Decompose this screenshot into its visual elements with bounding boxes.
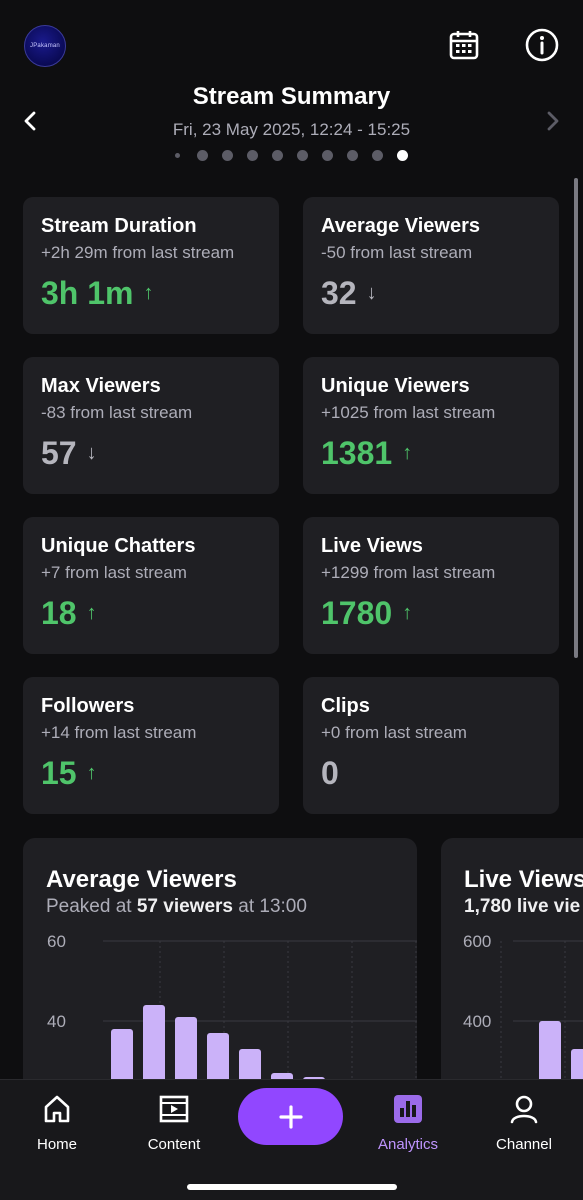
page-dot[interactable] xyxy=(297,150,308,161)
chart-title: Live Views xyxy=(464,866,583,893)
bar-chart-icon xyxy=(358,1092,458,1126)
trend-up-icon: ↑ xyxy=(86,762,97,784)
home-indicator xyxy=(187,1184,397,1190)
stat-label: Live Views xyxy=(321,535,423,557)
trend-down-icon: ↓ xyxy=(86,442,97,464)
chart-subtitle: 1,780 live vie xyxy=(464,896,581,917)
page-indicator xyxy=(0,150,583,161)
stat-label: Max Viewers xyxy=(41,375,161,397)
stat-change: -50 from last stream xyxy=(321,243,473,262)
stat-label: Stream Duration xyxy=(41,215,197,237)
stat-value: 32 xyxy=(321,275,357,311)
stat-card[interactable]: Live Views +1299 from last stream 1780 ↑ xyxy=(303,517,559,654)
chart-title: Average Viewers xyxy=(46,866,237,893)
stat-change: +1025 from last stream xyxy=(321,403,496,422)
trend-up-icon: ↑ xyxy=(143,282,154,304)
stat-card[interactable]: Unique Chatters +7 from last stream 18 ↑ xyxy=(23,517,279,654)
page-dot[interactable] xyxy=(272,150,283,161)
y-tick-label: 400 xyxy=(463,1012,491,1031)
stat-change: +0 from last stream xyxy=(321,723,467,742)
stat-value: 1381 xyxy=(321,435,393,471)
home-icon xyxy=(7,1092,107,1126)
stat-value: 15 xyxy=(41,755,77,791)
scrollbar[interactable] xyxy=(574,178,578,658)
plus-icon xyxy=(278,1104,303,1129)
stat-change: +1299 from last stream xyxy=(321,563,496,582)
top-bar: JPakaman xyxy=(0,0,583,80)
stat-card[interactable]: Unique Viewers +1025 from last stream 1381… xyxy=(303,357,559,494)
y-tick-label: 60 xyxy=(47,932,66,951)
trend-up-icon: ↑ xyxy=(86,602,97,624)
page-dot[interactable] xyxy=(322,150,333,161)
stat-card[interactable]: Followers +14 from last stream 15 ↑ xyxy=(23,677,279,814)
trend-up-icon: ↑ xyxy=(402,602,413,624)
chevron-right-icon xyxy=(547,111,559,131)
create-button[interactable] xyxy=(238,1088,343,1145)
stream-date-range: Fri, 23 May 2025, 12:24 - 15:25 xyxy=(172,120,411,139)
stat-value: 18 xyxy=(41,595,77,631)
stat-change: +7 from last stream xyxy=(41,563,187,582)
stat-change: +2h 29m from last stream xyxy=(41,243,235,262)
page-dot[interactable] xyxy=(347,150,358,161)
stat-change: +14 from last stream xyxy=(41,723,197,742)
stat-label: Unique Viewers xyxy=(321,375,470,397)
trend-up-icon: ↑ xyxy=(402,442,413,464)
stat-value: 57 xyxy=(41,435,77,471)
page-dot[interactable] xyxy=(175,153,180,158)
stat-card[interactable]: Average Viewers -50 from last stream 32 ↓ xyxy=(303,197,559,334)
calendar-icon[interactable] xyxy=(446,27,482,63)
tab-label: Content xyxy=(147,1136,201,1153)
stat-value: 1780 xyxy=(321,595,393,631)
info-icon[interactable] xyxy=(524,27,560,63)
page-title: Stream Summary xyxy=(192,83,391,110)
stat-value: 3h 1m xyxy=(41,275,134,311)
stat-card[interactable]: Clips +0 from last stream 0 xyxy=(303,677,559,814)
person-icon xyxy=(474,1092,574,1126)
average-viewers-chart: 40 60 xyxy=(47,932,417,1100)
page-dot[interactable] xyxy=(197,150,208,161)
bottom-tab-bar: Home Content Analytics Channel xyxy=(0,1079,583,1200)
page-dot[interactable] xyxy=(372,150,383,161)
stat-card[interactable]: Stream Duration +2h 29m from last stream 3… xyxy=(23,197,279,334)
page-dot[interactable] xyxy=(247,150,258,161)
stat-card[interactable]: Max Viewers -83 from last stream 57 ↓ xyxy=(23,357,279,494)
tab-home[interactable]: Home xyxy=(7,1092,107,1153)
tab-analytics[interactable]: Analytics xyxy=(358,1092,458,1153)
average-viewers-chart-card[interactable]: Average Viewers Peaked at 57 viewers at … xyxy=(23,838,417,1100)
tab-label: Home xyxy=(36,1136,77,1153)
page-dot[interactable] xyxy=(397,150,408,161)
stream-summary-header: Stream Summary Fri, 23 May 2025, 12:24 -… xyxy=(0,80,583,170)
stat-change: -83 from last stream xyxy=(41,403,193,422)
trend-down-icon: ↓ xyxy=(366,282,377,304)
tab-channel[interactable]: Channel xyxy=(474,1092,574,1153)
page-dot[interactable] xyxy=(222,150,233,161)
stat-label: Followers xyxy=(41,695,135,717)
tab-content[interactable]: Content xyxy=(124,1092,224,1153)
stat-value: 0 xyxy=(321,755,339,791)
y-tick-label: 600 xyxy=(463,932,491,951)
live-views-chart: 400 600 xyxy=(463,932,583,1100)
y-tick-label: 40 xyxy=(47,1012,66,1031)
live-views-chart-card[interactable]: Live Views 1,780 live vie 400 600 xyxy=(441,838,583,1100)
avatar-label: JPakaman xyxy=(30,43,60,49)
stat-label: Average Viewers xyxy=(321,215,480,237)
stat-label: Clips xyxy=(321,695,370,717)
next-stream-button[interactable] xyxy=(541,107,565,135)
tab-label: Analytics xyxy=(377,1136,439,1153)
chart-subtitle: Peaked at 57 viewers at 13:00 xyxy=(46,896,307,917)
channel-avatar[interactable]: JPakaman xyxy=(24,25,66,67)
tab-label: Channel xyxy=(496,1136,552,1153)
film-icon xyxy=(124,1092,224,1126)
stat-label: Unique Chatters xyxy=(41,535,196,557)
